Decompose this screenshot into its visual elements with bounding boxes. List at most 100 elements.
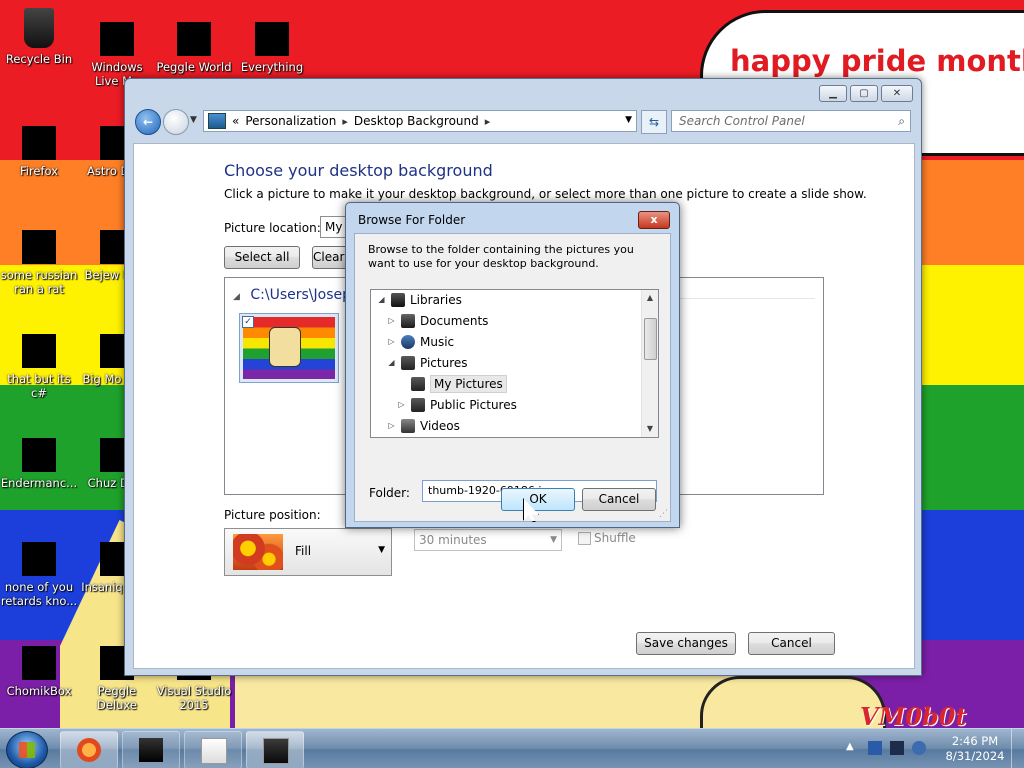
scroll-down-arrow-icon[interactable]: ▼: [642, 421, 658, 437]
volume-icon[interactable]: [912, 741, 926, 755]
folder-group-header[interactable]: ◢ C:\Users\Joseph: [233, 287, 360, 303]
maximize-button[interactable]: ▢: [850, 85, 878, 102]
taskbar-media-player[interactable]: [184, 731, 242, 768]
desktop-icon-label: none of you retards kno...: [0, 580, 78, 608]
desktop-icon-csharp[interactable]: that but its c#: [0, 334, 78, 400]
change-interval-select: 30 minutes ▼: [414, 529, 562, 551]
resize-grip-icon[interactable]: ⋰: [659, 509, 668, 519]
show-desktop-button[interactable]: [1011, 729, 1024, 768]
checkbox-box: [578, 531, 591, 545]
videos-icon: [401, 419, 415, 433]
breadcrumb-separator-icon[interactable]: ▸: [342, 115, 348, 128]
expand-arrow-icon[interactable]: ▷: [387, 332, 396, 352]
tree-item-libraries[interactable]: ◢ Libraries: [377, 290, 462, 310]
folder-tree: ◢ Libraries ▷ Documents ▷ Music ◢ Pictur…: [370, 289, 659, 438]
show-hidden-icons-icon[interactable]: ▲: [846, 741, 860, 755]
desktop-icon-peggle-world[interactable]: Peggle World: [155, 22, 233, 74]
search-input[interactable]: Search Control Panel ⌕: [671, 110, 911, 132]
taskbar-control-panel[interactable]: [246, 731, 304, 768]
breadcrumb-personalization[interactable]: Personalization: [245, 114, 336, 128]
expand-arrow-icon[interactable]: ◢: [377, 290, 386, 310]
tree-item-documents[interactable]: ▷ Documents: [387, 311, 488, 331]
page-title: Choose your desktop background: [224, 161, 493, 180]
desktop-icon-firefox[interactable]: Firefox: [0, 126, 78, 178]
expand-arrow-icon[interactable]: ▷: [387, 416, 396, 436]
redacted-app-icon: [255, 22, 289, 56]
close-button[interactable]: ✕: [881, 85, 913, 102]
tree-item-public-pictures[interactable]: ▷ Public Pictures: [397, 395, 517, 415]
start-button[interactable]: [6, 731, 48, 768]
minimize-button[interactable]: ▁: [819, 85, 847, 102]
desktop-icon-everything[interactable]: Everything: [233, 22, 311, 74]
ok-button[interactable]: OK: [501, 488, 575, 511]
desktop-icon-label: that but its c#: [7, 372, 71, 400]
desktop-icon-label: Recycle Bin: [5, 52, 73, 66]
desktop-icon-russian-rat[interactable]: some russian ran a rat: [0, 230, 78, 296]
tree-scrollbar[interactable]: ▲ ▼: [641, 290, 658, 437]
breadcrumb-desktop-background[interactable]: Desktop Background: [354, 114, 479, 128]
redacted-app-icon: [177, 22, 211, 56]
chevron-down-icon: ▼: [550, 535, 557, 545]
expand-arrow-icon[interactable]: ▷: [387, 311, 396, 331]
scrollbar-thumb[interactable]: [644, 318, 657, 360]
tree-item-music[interactable]: ▷ Music: [387, 332, 454, 352]
tree-item-my-pictures[interactable]: My Pictures: [397, 374, 507, 394]
taskbar-firefox[interactable]: [60, 731, 118, 768]
recent-pages-arrow-icon[interactable]: ▼: [190, 115, 197, 125]
picture-thumbnail[interactable]: ✓: [239, 313, 339, 383]
thumbnail-image: [243, 317, 335, 379]
collapse-icon[interactable]: ◢: [233, 292, 240, 302]
folder-label: Folder:: [369, 486, 410, 500]
pictures-folder-icon: [411, 398, 425, 412]
save-changes-button[interactable]: Save changes: [636, 632, 736, 655]
taskbar: ▲ 2:46 PM 8/31/2024: [0, 728, 1024, 768]
desktop-icon-none-of-you[interactable]: none of you retards kno...: [0, 542, 78, 608]
address-dropdown-icon[interactable]: ▼: [625, 115, 632, 125]
desktop-icon-label: Endermanc...: [0, 476, 78, 490]
expand-arrow-icon[interactable]: ◢: [387, 353, 396, 373]
taskbar-explorer[interactable]: [122, 731, 180, 768]
dialog-description: Browse to the folder containing the pict…: [368, 243, 634, 270]
tree-item-label: Music: [420, 335, 455, 349]
desktop-icon-label: Peggle World: [156, 60, 232, 74]
pictures-folder-icon: [411, 377, 425, 391]
dialog-cancel-button[interactable]: Cancel: [582, 488, 656, 511]
tree-item-pictures[interactable]: ◢ Pictures: [387, 353, 468, 373]
library-icon: [391, 293, 405, 307]
select-all-button[interactable]: Select all: [224, 246, 300, 269]
breadcrumb-separator-icon[interactable]: ▸: [485, 115, 491, 128]
address-bar[interactable]: « Personalization ▸ Desktop Background ▸…: [203, 110, 637, 132]
thumbnail-checkbox[interactable]: ✓: [242, 316, 254, 328]
desktop-icon-chomikbox[interactable]: ChomikBox: [0, 646, 78, 698]
clock[interactable]: 2:46 PM 8/31/2024: [940, 734, 1010, 764]
picture-location-label: Picture location:: [224, 221, 321, 235]
breadcrumb-overflow[interactable]: «: [232, 114, 239, 128]
redacted-app-icon: [22, 542, 56, 576]
dialog-title: Browse For Folder: [358, 213, 466, 227]
refresh-button[interactable]: ⇆: [641, 110, 667, 134]
desktop-icon-endermanch[interactable]: Endermanc...: [0, 438, 78, 490]
chevron-down-icon: ▼: [378, 545, 385, 555]
scroll-up-arrow-icon[interactable]: ▲: [642, 290, 658, 306]
action-center-icon[interactable]: [868, 741, 882, 755]
desktop-icon-label: some russian ran a rat: [0, 268, 78, 296]
tree-item-videos[interactable]: ▷ Videos: [387, 416, 460, 436]
cancel-button[interactable]: Cancel: [748, 632, 835, 655]
tree-item-label: Pictures: [420, 356, 468, 370]
forward-button[interactable]: [163, 109, 189, 135]
picture-position-select[interactable]: Fill ▼: [224, 528, 392, 576]
back-button[interactable]: ←: [135, 109, 161, 135]
desktop-icon-label: Peggle Deluxe: [97, 684, 137, 712]
clear-all-button[interactable]: Clear all: [312, 246, 348, 269]
desktop-icon-label: Visual Studio 2015: [156, 684, 232, 712]
search-icon[interactable]: ⌕: [898, 111, 905, 131]
music-icon: [401, 335, 415, 349]
dialog-close-button[interactable]: x: [638, 211, 670, 229]
clock-date: 8/31/2024: [945, 749, 1005, 763]
clock-time: 2:46 PM: [951, 734, 999, 748]
control-panel-icon: [208, 113, 226, 129]
desktop-icon-recycle-bin[interactable]: Recycle Bin: [0, 8, 78, 66]
network-icon[interactable]: [890, 741, 904, 755]
desktop-icon-label: ChomikBox: [6, 684, 72, 698]
expand-arrow-icon[interactable]: ▷: [397, 395, 406, 415]
